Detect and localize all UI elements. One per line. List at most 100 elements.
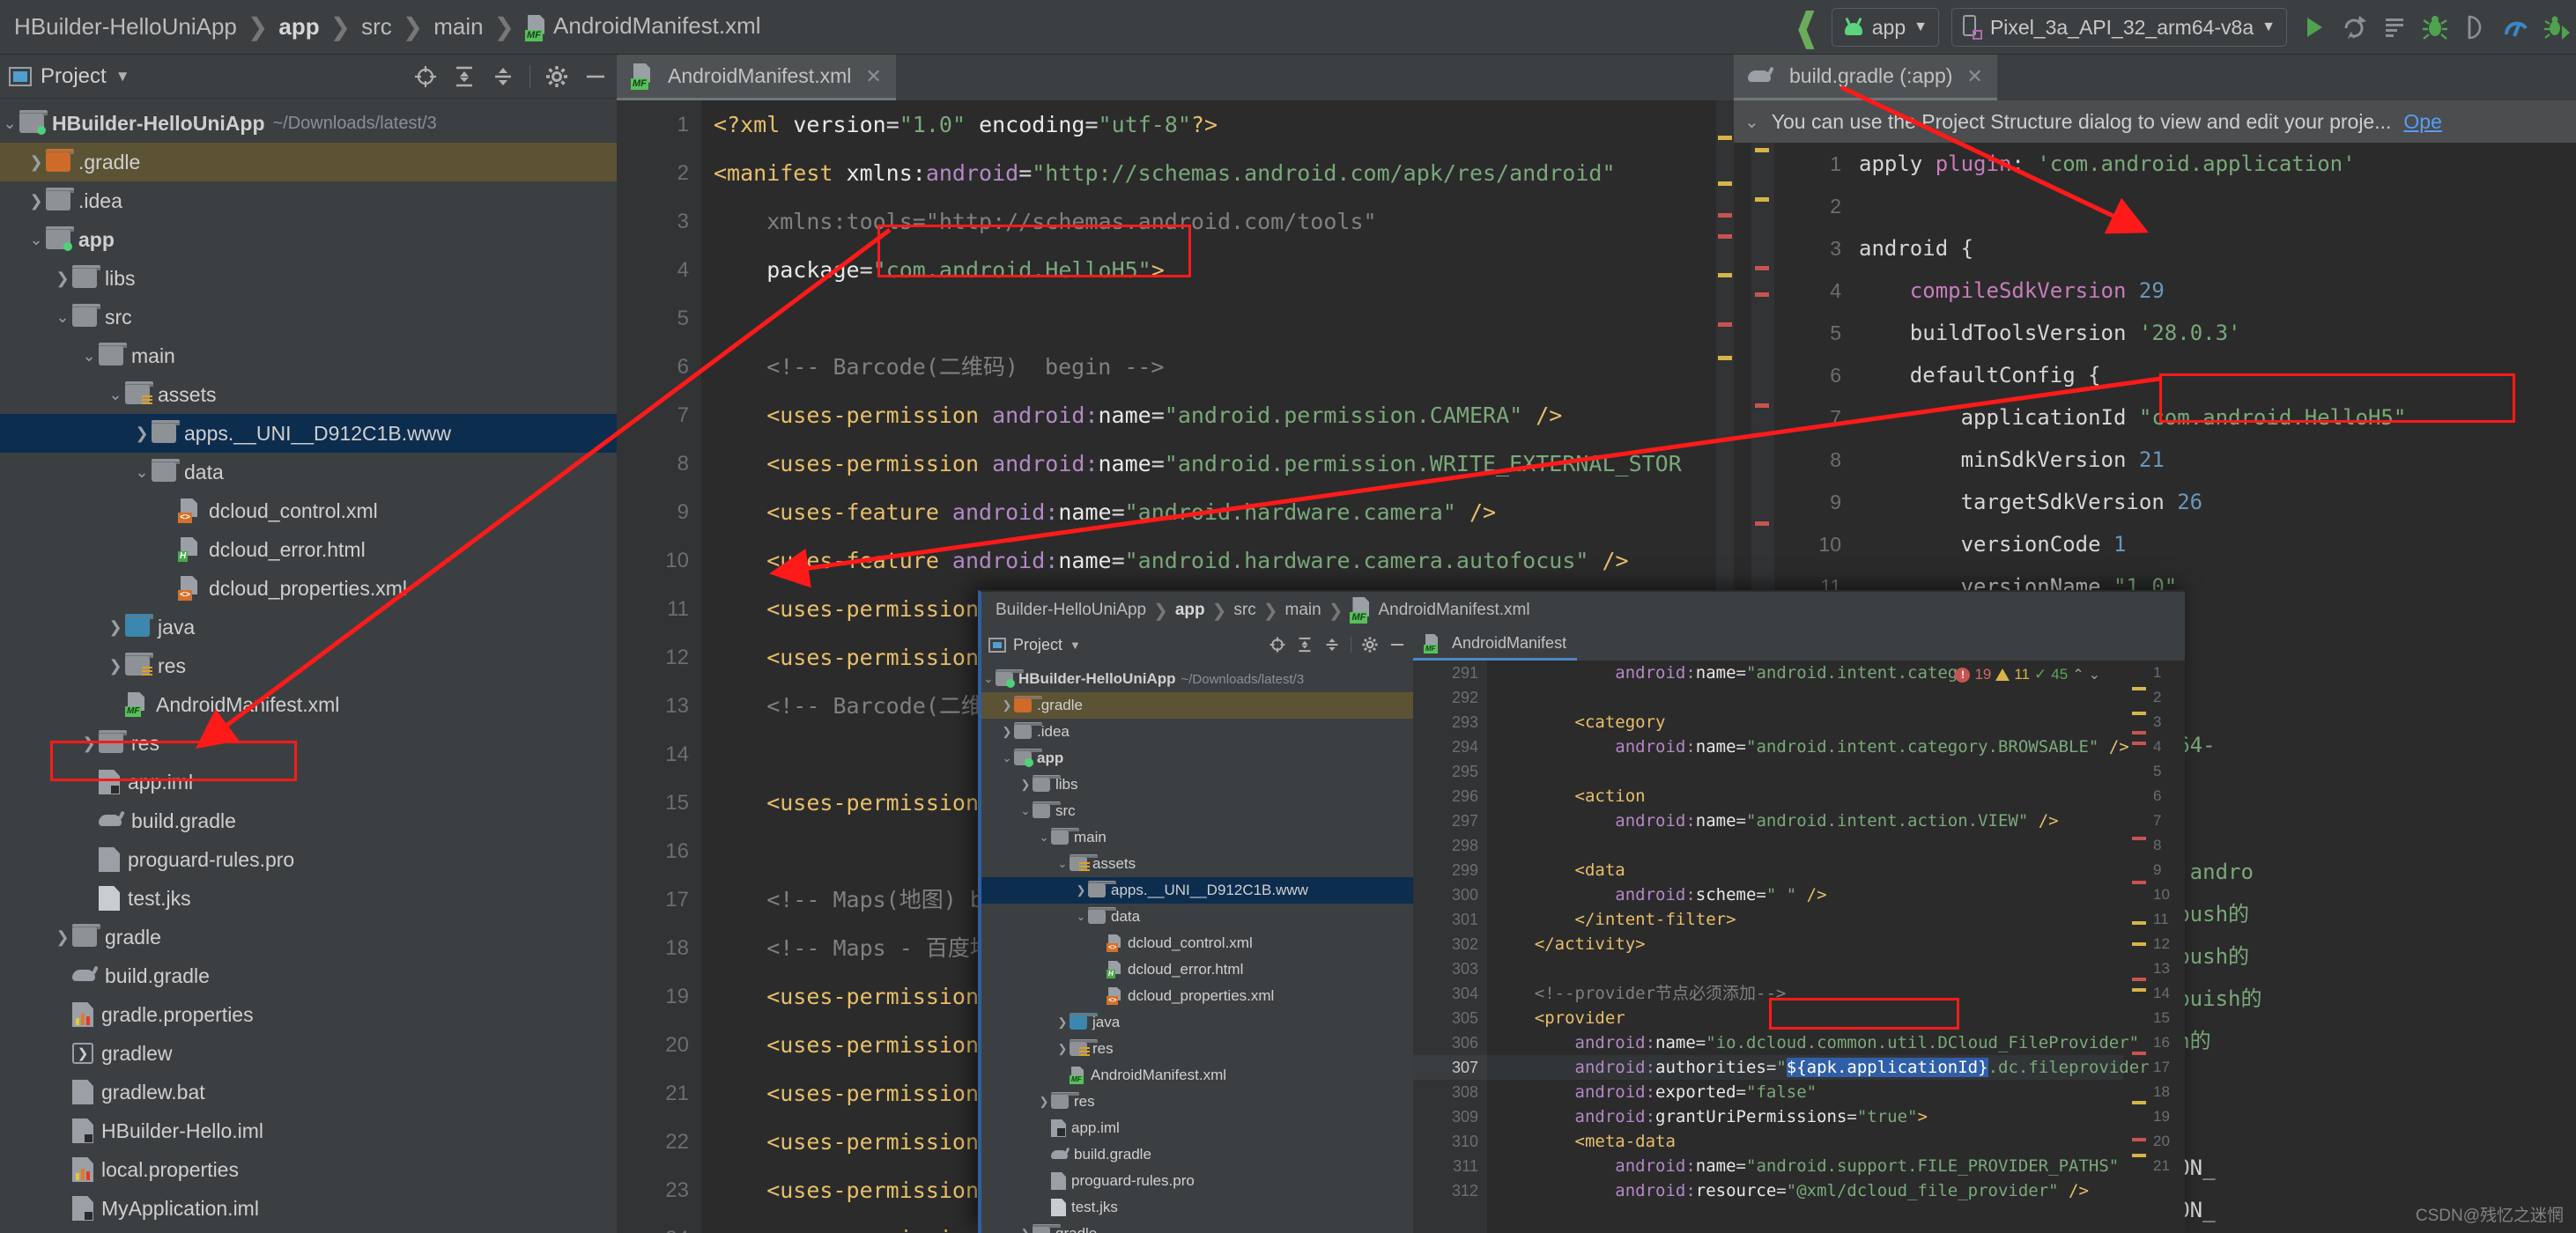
tab-build-gradle[interactable]: build.gradle (:app) ✕	[1734, 55, 1997, 100]
run-configuration-selector[interactable]: app ▼	[1831, 8, 1939, 47]
tree-item-build-gradle[interactable]: build.gradle	[0, 801, 617, 840]
chevron-right-icon[interactable]: ❯	[1000, 698, 1014, 712]
tree-item-src[interactable]: ⌄ src	[0, 298, 617, 336]
chevron-down-icon[interactable]: ▼	[115, 68, 130, 85]
tab-android-manifest[interactable]: MF AndroidManifest.xml ✕	[617, 55, 896, 100]
back-arrow-icon[interactable]: ❰	[1794, 5, 1819, 49]
chevron-right-icon[interactable]: ❯	[132, 425, 152, 443]
chevron-right-icon[interactable]: ❯	[1018, 1227, 1033, 1233]
chevron-down-icon[interactable]: ⌄	[981, 672, 996, 686]
code-line[interactable]: android:name="android.support.FILE_PROVI…	[1487, 1154, 2123, 1178]
tree-item-res[interactable]: ❯ res	[0, 646, 617, 685]
chevron-right-icon[interactable]: ❯	[26, 153, 46, 172]
code-line[interactable]: <?xml version="1.0" encoding="utf-8"?>	[701, 100, 1734, 149]
tree-item-settings-gradle[interactable]: settings.gradle	[0, 1228, 617, 1233]
profiler-icon[interactable]	[2502, 13, 2530, 41]
chevron-down-icon[interactable]: ⌄	[1055, 857, 1070, 871]
tree-item-app[interactable]: ⌄ app	[981, 745, 1413, 772]
code-line[interactable]: <action	[1487, 784, 2123, 808]
code-line[interactable]: android:scheme=" " />	[1487, 882, 2123, 907]
expand-all-icon[interactable]	[452, 64, 477, 89]
tree-item--idea[interactable]: ❯ .idea	[981, 719, 1413, 745]
tree-item-dcloud-error-html[interactable]: Hdcloud_error.html	[0, 530, 617, 569]
chevron-down-icon[interactable]: ⌄	[1744, 111, 1759, 133]
code-line[interactable]: xmlns:tools="http://schemas.android.com/…	[701, 197, 1734, 246]
run-icon[interactable]	[2299, 13, 2328, 41]
chevron-right-icon[interactable]: ❯	[1000, 725, 1014, 739]
chevron-down-icon[interactable]: ⌄	[1018, 804, 1033, 818]
close-icon[interactable]: ✕	[865, 65, 881, 88]
code-line[interactable]: <meta-data	[1487, 1129, 2123, 1154]
settings-gear-icon[interactable]	[1361, 636, 1379, 653]
code-line[interactable]: targetSdkVersion 26	[1852, 481, 2576, 523]
code-line[interactable]: applicationId "com.android.HelloH5"	[1852, 396, 2576, 439]
code-line[interactable]: android {	[1852, 227, 2576, 269]
close-icon[interactable]: ✕	[1966, 65, 1982, 88]
breadcrumb-item[interactable]: app	[268, 13, 329, 41]
tree-item--gradle[interactable]: ❯ .gradle	[0, 143, 617, 181]
code-line[interactable]: apply plugin: 'com.android.application'	[1852, 143, 2576, 185]
tree-root-item[interactable]: ⌄ HBuilder-HelloUniApp ~/Downloads/latest/…	[0, 104, 617, 143]
inner-project-tree[interactable]: ⌄ HBuilder-HelloUniApp ~/Downloads/latest/…	[981, 661, 1413, 1233]
code-line[interactable]: <manifest xmlns:android="http://schemas.…	[701, 149, 1734, 197]
tree-item-assets[interactable]: ⌄ assets	[981, 851, 1413, 877]
code-line[interactable]: versionCode 1	[1852, 523, 2576, 565]
tree-item-androidmanifest-xml[interactable]: MF AndroidManifest.xml	[0, 685, 617, 724]
chevron-down-icon[interactable]: ⌄	[1000, 751, 1014, 765]
code-line[interactable]: buildToolsVersion '28.0.3'	[1852, 312, 2576, 354]
tree-item-proguard-rules-pro[interactable]: proguard-rules.pro	[0, 840, 617, 879]
tree-item-apps-uni-d912c1b-www[interactable]: ❯ apps.__UNI__D912C1B.www	[0, 414, 617, 453]
chevron-down-icon[interactable]: ⌄	[106, 386, 125, 404]
tree-item-dcloud-error-html[interactable]: Hdcloud_error.html	[981, 956, 1413, 983]
chevron-right-icon[interactable]: ❯	[53, 928, 72, 947]
breadcrumb-item[interactable]: src	[1226, 601, 1262, 620]
collapse-all-icon[interactable]	[491, 64, 515, 89]
debug-icon[interactable]	[2421, 13, 2449, 41]
project-tree[interactable]: ⌄ HBuilder-HelloUniApp ~/Downloads/latest/…	[0, 99, 617, 1233]
code-line[interactable]: <!--provider节点必须添加-->	[1487, 981, 2123, 1006]
breadcrumb-item[interactable]: Builder-HelloUniApp	[988, 601, 1153, 620]
chevron-down-icon[interactable]: ⌄	[79, 347, 99, 365]
chevron-down-icon[interactable]: ⌄	[53, 308, 72, 327]
chevron-down-icon[interactable]: ⌄	[0, 114, 19, 133]
inner-code-area[interactable]: android:name="android.intent.categ <cate…	[1487, 661, 2159, 1233]
logcat-icon[interactable]	[2380, 13, 2409, 41]
chevron-right-icon[interactable]: ❯	[1037, 1095, 1051, 1109]
code-line[interactable]: <uses-feature android:name="android.hard…	[701, 488, 1734, 536]
code-line[interactable]: compileSdkVersion 29	[1852, 269, 2576, 312]
tree-item-libs[interactable]: ❯ libs	[981, 772, 1413, 798]
locate-icon[interactable]	[1269, 636, 1286, 653]
code-line[interactable]: <provider	[1487, 1006, 2123, 1030]
tree-item-src[interactable]: ⌄ src	[981, 798, 1413, 824]
inspection-status-inner[interactable]: ! 19 11 ✓ 45 ⌃ ⌄	[1955, 666, 2100, 683]
tree-item-local-properties[interactable]: local.properties	[0, 1150, 617, 1189]
chevron-right-icon[interactable]: ❯	[1055, 1042, 1070, 1056]
tree-item-res[interactable]: ❯ res	[981, 1089, 1413, 1115]
tree-item-test-jks[interactable]: test.jks	[0, 879, 617, 918]
prev-problem-icon[interactable]: ⌃	[2072, 666, 2084, 683]
code-line[interactable]: android:grantUriPermissions="true">	[1487, 1104, 2123, 1129]
breadcrumb-item[interactable]: MF AndroidManifest.xml	[1343, 597, 1536, 624]
hide-icon[interactable]	[1388, 636, 1406, 653]
expand-all-icon[interactable]	[1296, 636, 1314, 653]
tree-item-app-iml[interactable]: app.iml	[0, 763, 617, 801]
inner-editor-scrollbar[interactable]	[2130, 661, 2150, 1233]
code-line[interactable]: android:exported="false"	[1487, 1080, 2123, 1104]
code-line[interactable]: package="com.android.HelloH5">	[701, 246, 1734, 294]
chevron-right-icon[interactable]: ❯	[53, 269, 72, 288]
code-line[interactable]: minSdkVersion 21	[1852, 439, 2576, 481]
code-line[interactable]	[1487, 685, 2123, 710]
device-selector[interactable]: Pixel_3a_API_32_arm64-v8a ▼	[1951, 8, 2287, 47]
tree-item-gradle[interactable]: ❯ gradle	[981, 1221, 1413, 1233]
breadcrumb[interactable]: HBuilder-HelloUniApp ❯ app ❯ src ❯ main ❯ MF Andr…	[0, 0, 772, 55]
breadcrumb-item[interactable]: HBuilder-HelloUniApp	[4, 13, 248, 41]
tree-item-dcloud-properties-xml[interactable]: <> dcloud_properties.xml	[0, 569, 617, 608]
code-line[interactable]	[1487, 833, 2123, 858]
code-line[interactable]: <uses-permission android:name="android.p…	[701, 439, 1734, 488]
tree-item-main[interactable]: ⌄ main	[981, 824, 1413, 851]
tree-item-myapplication-iml[interactable]: MyApplication.iml	[0, 1189, 617, 1228]
tree-item-data[interactable]: ⌄ data	[0, 453, 617, 491]
tree-item-dcloud-control-xml[interactable]: <> dcloud_control.xml	[981, 930, 1413, 956]
code-line[interactable]: android:name="io.dcloud.common.util.DClo…	[1487, 1030, 2140, 1055]
tree-item-dcloud-properties-xml[interactable]: <> dcloud_properties.xml	[981, 983, 1413, 1009]
